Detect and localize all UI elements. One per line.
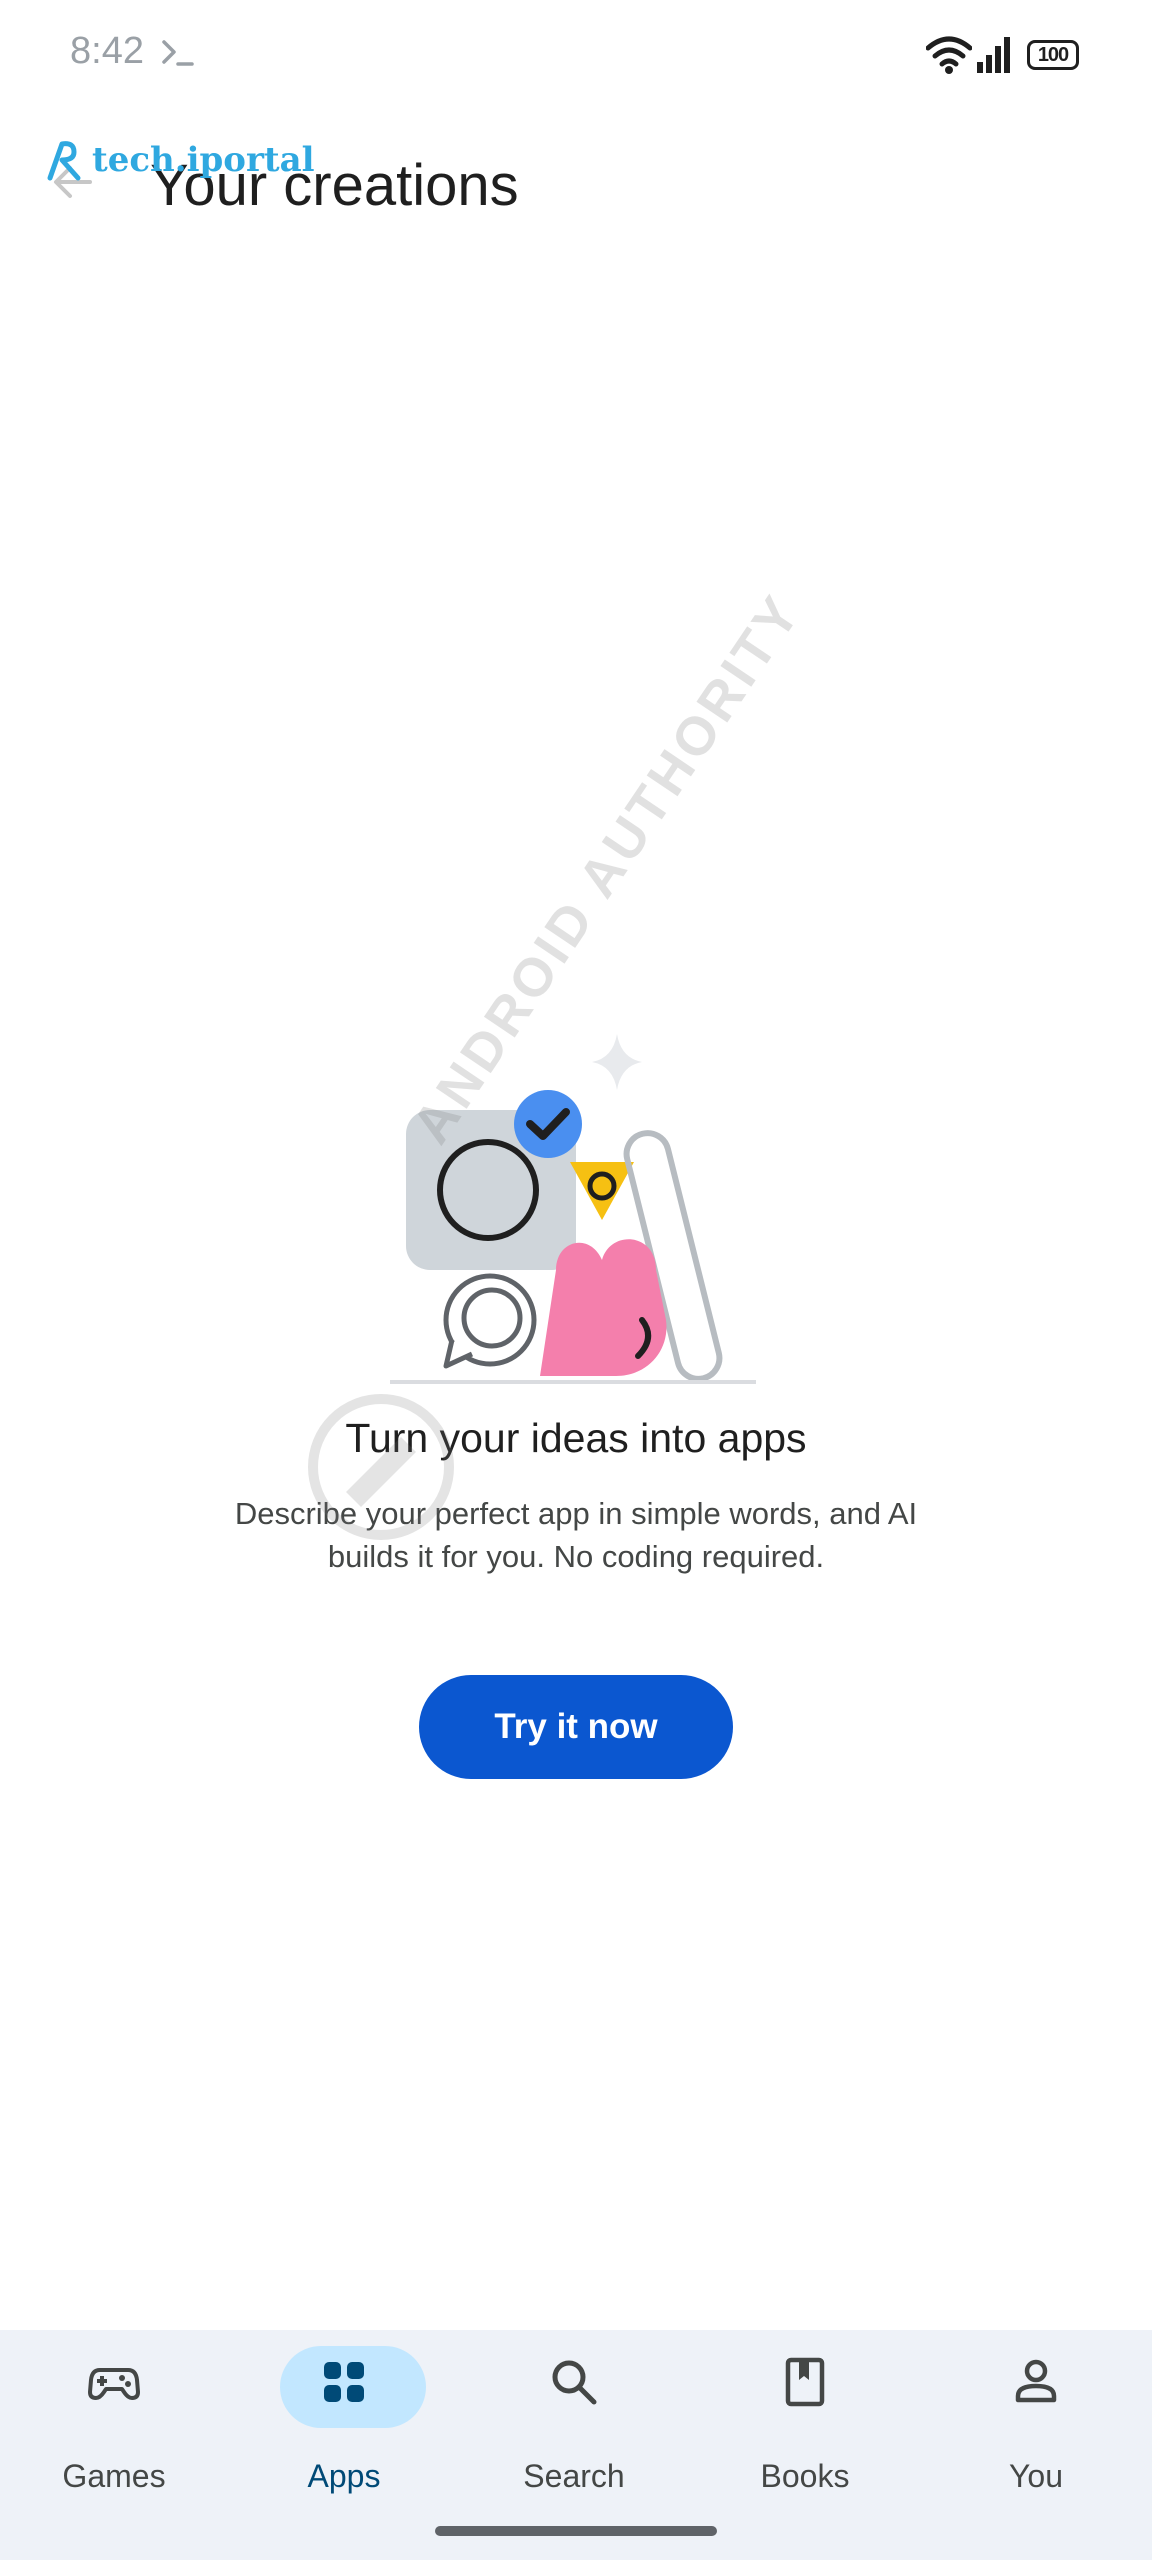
- nav-label-games: Games: [62, 2458, 166, 2494]
- home-indicator[interactable]: [435, 2526, 717, 2536]
- nav-label-search: Search: [523, 2458, 625, 2494]
- gamepad-icon: [88, 2356, 140, 2413]
- nav-item-books[interactable]: Books: [715, 2330, 895, 2530]
- battery-icon: 100: [1027, 40, 1079, 70]
- watermark-logo: tech.iportal: [44, 138, 315, 182]
- watermark-circle-icon: [306, 1392, 456, 1547]
- person-icon: [1010, 2356, 1062, 2413]
- nav-item-you[interactable]: You: [946, 2330, 1126, 2530]
- nav-label-books: Books: [760, 2458, 850, 2494]
- status-bar: 8:42 100: [0, 0, 1152, 110]
- nav-label-you: You: [1009, 2458, 1063, 2494]
- watermark-logo-icon: [47, 141, 81, 181]
- apps-grid-icon: [318, 2356, 370, 2413]
- empty-state-title: Turn your ideas into apps: [345, 1415, 807, 1461]
- watermark-logo-text: tech.iportal: [92, 140, 315, 180]
- terminal-icon: [160, 34, 196, 75]
- wifi-icon: [925, 36, 973, 79]
- signal-icon: [976, 36, 1012, 79]
- try-it-now-button[interactable]: Try it now: [419, 1675, 733, 1779]
- search-icon: [548, 2356, 600, 2413]
- bookmark-book-icon: [779, 2356, 831, 2413]
- battery-level: 100: [1037, 43, 1069, 66]
- status-time: 8:42: [70, 30, 144, 72]
- nav-item-search[interactable]: Search: [484, 2330, 664, 2530]
- nav-item-games[interactable]: Games: [24, 2330, 204, 2530]
- nav-item-apps[interactable]: Apps: [254, 2330, 434, 2530]
- nav-label-apps: Apps: [307, 2458, 381, 2494]
